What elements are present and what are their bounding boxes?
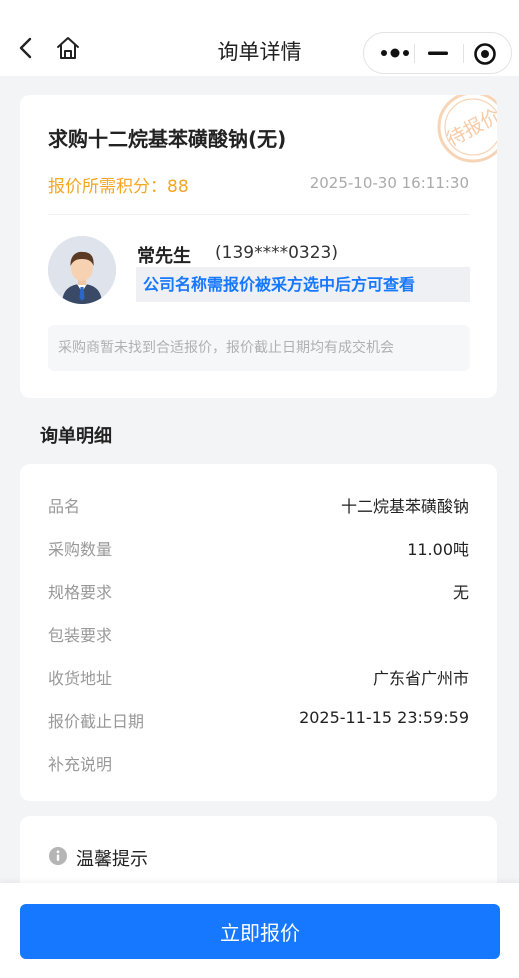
stamp-text: 待报价 [443, 105, 497, 151]
detail-value: 2025-11-15 23:59:59 [299, 708, 469, 727]
quote-now-button[interactable]: 立即报价 [20, 904, 500, 959]
detail-row-address: 收货地址 广东省广州市 [48, 665, 469, 693]
detail-label: 报价截止日期 [48, 712, 145, 731]
detail-row-quantity: 采购数量 11.00吨 [48, 536, 469, 564]
tips-title: 温馨提示 [76, 849, 148, 870]
detail-label: 品名 [48, 497, 81, 516]
more-dots-icon[interactable] [378, 41, 414, 65]
detail-value: 广东省广州市 [372, 669, 469, 688]
detail-label: 收货地址 [48, 669, 113, 688]
quote-opportunity-notice: 采购商暂未找到合适报价，报价截止日期均有成交机会 [48, 325, 470, 371]
points-label: 报价所需积分： [48, 177, 167, 197]
close-target-icon[interactable] [471, 41, 499, 67]
pending-quote-stamp: 待报价 [437, 95, 497, 163]
info-icon [49, 847, 67, 865]
minimize-icon[interactable] [422, 41, 454, 65]
detail-value: 无 [452, 583, 469, 602]
inquiry-detail-card: 品名 十二烷基苯磺酸钠 采购数量 11.00吨 规格要求 无 包装要求 收货地址… [20, 464, 497, 801]
detail-label: 包装要求 [48, 626, 113, 645]
points-value: 88 [167, 177, 189, 197]
detail-value: 11.00吨 [407, 540, 469, 559]
capsule-divider [463, 44, 464, 63]
detail-row-product-name: 品名 十二烷基苯磺酸钠 [48, 493, 469, 521]
nav-bar: 询单详情 [0, 0, 519, 76]
detail-section-title: 询单明细 [40, 426, 112, 447]
detail-row-remarks: 补充说明 [48, 751, 469, 779]
buyer-avatar [48, 236, 116, 304]
created-time: 2025-10-30 16:11:30 [309, 174, 469, 192]
detail-row-packaging: 包装要求 [48, 622, 469, 650]
detail-label: 补充说明 [48, 755, 113, 774]
person-avatar-icon [48, 236, 116, 304]
detail-label: 规格要求 [48, 583, 113, 602]
detail-value: 十二烷基苯磺酸钠 [340, 497, 469, 516]
company-name-hint: 公司名称需报价被采方选中后方可查看 [136, 267, 470, 302]
buyer-phone: (139****0323) [215, 243, 338, 263]
capsule-divider [414, 44, 415, 63]
required-points: 报价所需积分：88 [48, 172, 189, 197]
divider [48, 214, 469, 215]
buyer-name: 常先生 [137, 246, 191, 267]
detail-label: 采购数量 [48, 540, 113, 559]
product-title: 求购十二烷基苯磺酸钠(无) [48, 127, 287, 151]
detail-row-spec: 规格要求 无 [48, 579, 469, 607]
detail-row-deadline: 报价截止日期 2025-11-15 23:59:59 [48, 708, 469, 736]
inquiry-summary-card: 待报价 求购十二烷基苯磺酸钠(无) 报价所需积分：88 2025-10-30 1… [20, 95, 497, 398]
mini-program-capsule [363, 32, 512, 74]
bottom-action-bar: 立即报价 [0, 883, 519, 978]
